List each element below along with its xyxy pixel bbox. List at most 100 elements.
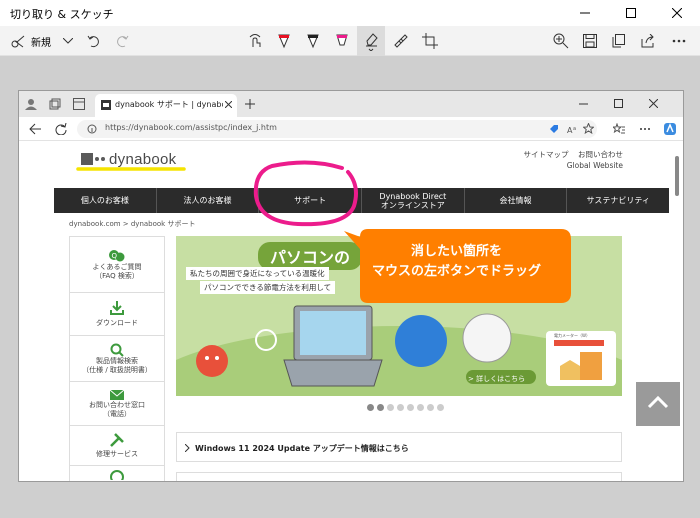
pencil-button[interactable]: [301, 26, 325, 56]
side-item-contact[interactable]: お問い合わせ窓口 （電話）: [70, 382, 164, 426]
redo-icon: [117, 35, 129, 48]
carousel-dot[interactable]: [397, 404, 404, 411]
carousel-dots: [367, 404, 444, 411]
download-icon: [110, 300, 124, 315]
zoom-button[interactable]: [549, 26, 573, 56]
close-button[interactable]: [654, 0, 700, 26]
favicon-icon: [101, 100, 111, 110]
ballpoint-pen-button[interactable]: [272, 26, 296, 56]
copy-button[interactable]: [607, 26, 631, 56]
carousel-dot[interactable]: [387, 404, 394, 411]
carousel-dot[interactable]: [367, 404, 374, 411]
nav-item-direct-store[interactable]: Dynabook Direct オンラインストア: [362, 188, 465, 213]
carousel-dot[interactable]: [427, 404, 434, 411]
browser-close-icon[interactable]: [649, 99, 658, 108]
new-label: 新規: [31, 37, 51, 49]
notice-text: Windows 11 2024 Update アップデート情報はこちら: [195, 444, 409, 453]
carousel-dot[interactable]: [377, 404, 384, 411]
banner-text-line1: 私たちの周囲で身近になっている温暖化: [186, 267, 329, 280]
next-link-box[interactable]: [176, 472, 622, 481]
side-item-repair[interactable]: 修理サービス: [70, 426, 164, 466]
eraser-button[interactable]: [357, 26, 385, 56]
more-icon: [672, 39, 686, 43]
nav-item-company[interactable]: 会社情報: [465, 188, 568, 213]
touch-writing-button[interactable]: [243, 26, 267, 56]
nav-item-business[interactable]: 法人のお客様: [157, 188, 260, 213]
back-to-top-button[interactable]: [636, 382, 680, 426]
global-website-link[interactable]: Global Website: [567, 161, 623, 170]
tab-actions-icon: [73, 98, 85, 110]
address-bar[interactable]: https://dynabook.com/assistpc/index_j.ht…: [77, 120, 597, 138]
nav-item-personal[interactable]: 個人のお客様: [54, 188, 157, 213]
back-icon[interactable]: [29, 123, 41, 135]
tag-icon[interactable]: [549, 124, 559, 134]
side-item-product-search-label: 製品情報検索 （仕様 / 取扱説明書）: [82, 356, 152, 374]
breadcrumb[interactable]: dynabook.com > dynabook サポート: [69, 219, 195, 229]
new-tab-icon[interactable]: [245, 99, 255, 109]
side-item-contact-label: お問い合わせ窓口 （電話）: [89, 400, 145, 418]
support-side-menu: Q よくあるご質問 （FAQ 検索） ダウンロード 製品情報検索 （仕様 / 取…: [69, 236, 165, 481]
close-tab-icon[interactable]: [225, 101, 232, 108]
redo-button[interactable]: [112, 26, 132, 56]
notice-link-box[interactable]: Windows 11 2024 Update アップデート情報はこちら: [176, 432, 622, 462]
tools-icon: [110, 432, 124, 447]
minimize-button[interactable]: [562, 0, 608, 26]
new-dropdown-button[interactable]: [58, 26, 78, 56]
carousel-dot[interactable]: [437, 404, 444, 411]
url-text: https://dynabook.com/assistpc/index_j.ht…: [105, 123, 277, 132]
contact-link[interactable]: お問い合わせ: [578, 150, 623, 159]
marker-circle-stroke: [253, 160, 358, 227]
copilot-icon[interactable]: [663, 122, 677, 136]
power-meter-label: 電力メーター（W）: [554, 333, 590, 338]
chevron-right-icon: [185, 444, 190, 452]
favorite-star-icon[interactable]: [583, 123, 594, 134]
side-item-product-search[interactable]: 製品情報検索 （仕様 / 取扱説明書）: [70, 336, 164, 382]
side-item-faq[interactable]: Q よくあるご質問 （FAQ 検索）: [70, 237, 164, 293]
ruler-icon: [394, 34, 408, 48]
instruction-callout-text: 消したい箇所を マウスの左ボタンでドラッグ: [342, 242, 571, 282]
zoom-icon: [553, 33, 569, 49]
app-titlebar: 切り取り & スケッチ: [0, 0, 700, 26]
side-item-repair-label: 修理サービス: [96, 449, 138, 458]
highlighter-stroke: [76, 167, 186, 171]
svg-text:a: a: [573, 126, 576, 132]
highlighter-button[interactable]: [330, 26, 354, 56]
callout-line2: マウスの左ボタンでドラッグ: [371, 264, 541, 279]
side-item-faq-label: よくあるご質問 （FAQ 検索）: [92, 262, 142, 280]
site-info-icon: [87, 124, 97, 134]
share-button[interactable]: [636, 26, 660, 56]
workspaces-icon: [49, 98, 61, 110]
browser-tab[interactable]: dynabook サポート | dynabook (ダ: [95, 94, 237, 117]
profile-icon: [25, 99, 37, 110]
browser-more-icon[interactable]: [639, 123, 651, 135]
undo-button[interactable]: [84, 26, 104, 56]
share-icon: [641, 34, 654, 48]
globe-icon: [110, 470, 124, 480]
favorites-icon[interactable]: [613, 123, 625, 135]
svg-text:Q: Q: [112, 252, 118, 260]
undo-icon: [87, 35, 99, 48]
browser-maximize-icon[interactable]: [614, 99, 623, 108]
carousel-dot[interactable]: [407, 404, 414, 411]
page-scrollbar[interactable]: [674, 146, 680, 476]
snip-icon: [11, 35, 25, 48]
maximize-button[interactable]: [608, 0, 654, 26]
save-button[interactable]: [578, 26, 602, 56]
save-icon: [583, 34, 597, 48]
read-aloud-icon[interactable]: Aa: [567, 124, 579, 134]
crop-icon: [422, 33, 438, 49]
side-item-download[interactable]: ダウンロード: [70, 293, 164, 336]
side-item-more[interactable]: [70, 466, 164, 481]
nav-item-sustainability[interactable]: サステナビリティ: [567, 188, 669, 213]
browser-minimize-icon[interactable]: [579, 99, 588, 108]
sitemap-link[interactable]: サイトマップ: [523, 150, 568, 159]
chevron-down-icon: [63, 38, 73, 44]
banner-more-link[interactable]: > 詳しくはこちら: [468, 374, 525, 384]
refresh-icon[interactable]: [55, 123, 67, 135]
dynabook-logo-mark: [81, 153, 105, 165]
more-options-button[interactable]: [667, 26, 691, 56]
crop-button[interactable]: [418, 26, 442, 56]
new-button[interactable]: 新規: [6, 26, 56, 56]
ruler-button[interactable]: [389, 26, 413, 56]
carousel-dot[interactable]: [417, 404, 424, 411]
